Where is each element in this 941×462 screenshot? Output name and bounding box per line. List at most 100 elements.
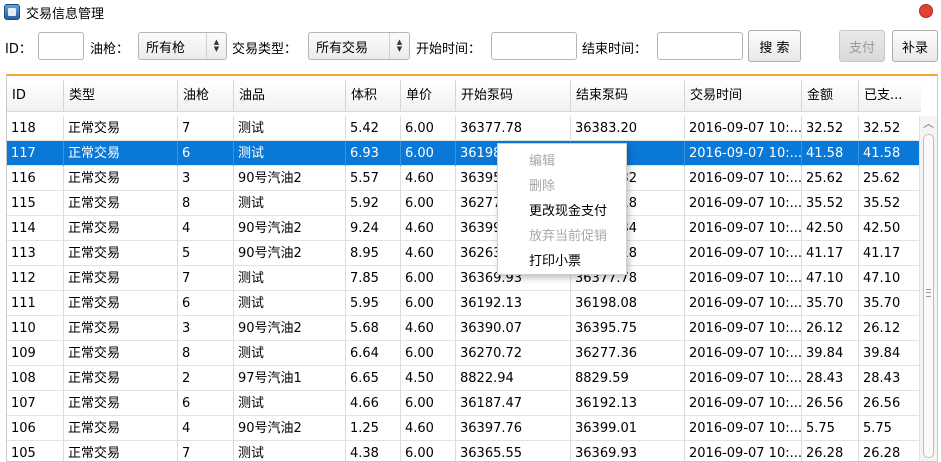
- cell-end-pump: 36369.93: [570, 441, 684, 461]
- type-select[interactable]: 所有交易 ▲ ▼: [308, 32, 410, 60]
- end-time-input[interactable]: [657, 32, 743, 60]
- table-row[interactable]: 108 正常交易 2 97号汽油1 6.65 4.50 8822.94 8829.59 2016…: [7, 366, 919, 391]
- close-icon[interactable]: [919, 4, 933, 18]
- cell-volume: 7.85: [345, 266, 400, 291]
- cell-trade-time: 2016-09-07 10:...: [684, 116, 801, 141]
- vertical-scrollbar[interactable]: ︿: [919, 116, 937, 461]
- cell-id: 114: [11, 221, 36, 236]
- cell-unit-price: 6.00: [400, 441, 455, 461]
- start-time-label: 开始时间：: [416, 42, 482, 57]
- cell-gun: 3: [177, 166, 233, 191]
- table-row[interactable]: 114正常交易490号汽油29.244.603639936408.342016-…: [7, 216, 919, 241]
- cell-volume: 5.68: [345, 316, 400, 341]
- cell-unit-price: 4.60: [400, 316, 455, 341]
- cell-volume: 8.95: [345, 241, 400, 266]
- header-col-unit-price[interactable]: 单价: [400, 80, 455, 112]
- cell-product: 测试: [233, 266, 345, 291]
- table-row[interactable]: 105 正常交易 7 测试 4.38 6.00 36365.55 36369.93 2016-0…: [7, 441, 919, 461]
- cell-paid: 35.70: [858, 291, 919, 316]
- table-row[interactable]: 116正常交易390号汽油25.574.603639536401.322016-…: [7, 166, 919, 191]
- table-row[interactable]: 113正常交易590号汽油28.954.603626336272.182016-…: [7, 241, 919, 266]
- table-row[interactable]: 118 正常交易 7 测试 5.42 6.00 36377.78 36383.20 2016-0…: [7, 116, 919, 141]
- supplement-button[interactable]: 补录: [892, 30, 938, 62]
- header-col-id[interactable]: ID: [7, 80, 63, 112]
- header-col-trade-time[interactable]: 交易时间: [684, 80, 801, 112]
- scroll-up-icon[interactable]: ︿: [920, 116, 937, 132]
- scrollbar-thumb[interactable]: [923, 134, 934, 458]
- cell-id: 105: [11, 446, 36, 461]
- cell-type: 正常交易: [63, 166, 177, 191]
- menu-item-print-receipt[interactable]: 打印小票: [498, 249, 626, 274]
- app-icon: [4, 4, 20, 20]
- header-col-product[interactable]: 油品: [233, 80, 345, 112]
- cell-id: 106: [11, 421, 36, 436]
- header-col-end-pump[interactable]: 结束泵码: [570, 80, 684, 112]
- cell-unit-price: 6.00: [400, 391, 455, 416]
- table-row[interactable]: 117正常交易6测试6.936.0036198362012016-09-07 1…: [7, 141, 919, 166]
- cell-paid: 26.28: [858, 441, 919, 461]
- cell-unit-price: 4.60: [400, 241, 455, 266]
- cell-type: 正常交易: [63, 191, 177, 216]
- cell-trade-time: 2016-09-07 10:...: [684, 266, 801, 291]
- start-time-input[interactable]: [491, 32, 577, 60]
- cell-start-pump: 36187.47: [455, 391, 570, 416]
- cell-trade-time: 2016-09-07 10:...: [684, 391, 801, 416]
- table-row[interactable]: 107 正常交易 6 测试 4.66 6.00 36187.47 36192.13 2016-0…: [7, 391, 919, 416]
- pay-button[interactable]: 支付: [839, 30, 885, 62]
- cell-gun: 6: [177, 391, 233, 416]
- id-input[interactable]: [38, 32, 84, 60]
- cell-unit-price: 6.00: [400, 341, 455, 366]
- cell-product: 90号汽油2: [233, 416, 345, 441]
- spinner-arrows-icon: ▲ ▼: [206, 33, 226, 59]
- window-title: 交易信息管理: [26, 6, 105, 22]
- menu-item-delete[interactable]: 删除: [498, 174, 626, 199]
- cell-paid: 41.17: [858, 241, 919, 266]
- cell-amount: 26.28: [801, 441, 858, 461]
- cell-product: 测试: [233, 191, 345, 216]
- id-label: ID：: [5, 42, 32, 57]
- menu-item-change-cash-payment[interactable]: 更改现金支付: [498, 199, 626, 224]
- cell-gun: 3: [177, 316, 233, 341]
- header-col-volume[interactable]: 体积: [345, 80, 400, 112]
- cell-start-pump: 36390.07: [455, 316, 570, 341]
- search-button[interactable]: 搜 索: [748, 30, 801, 62]
- cell-paid: 26.12: [858, 316, 919, 341]
- menu-item-edit[interactable]: 编辑: [498, 149, 626, 174]
- cell-gun: 5: [177, 241, 233, 266]
- cell-amount: 42.50: [801, 216, 858, 241]
- cell-trade-time: 2016-09-07 10:...: [684, 166, 801, 191]
- menu-item-abandon-promotion[interactable]: 放弃当前促销: [498, 224, 626, 249]
- cell-trade-time: 2016-09-07 10:...: [684, 341, 801, 366]
- type-label: 交易类型：: [232, 42, 298, 57]
- gun-select[interactable]: 所有枪 ▲ ▼: [138, 32, 227, 60]
- cell-paid: 25.62: [858, 166, 919, 191]
- header-col-gun[interactable]: 油枪: [177, 80, 233, 112]
- cell-amount: 26.56: [801, 391, 858, 416]
- filter-toolbar: ID： 油枪： 所有枪 ▲ ▼ 交易类型： 所有交易 ▲ ▼ 开始时间： 结束时间：…: [0, 26, 941, 66]
- header-col-amount[interactable]: 金额: [801, 80, 858, 112]
- cell-paid: 5.75: [858, 416, 919, 441]
- cell-product: 90号汽油2: [233, 216, 345, 241]
- cell-product: 测试: [233, 341, 345, 366]
- cell-id: 110: [11, 321, 36, 336]
- cell-trade-time: 2016-09-07 10:...: [684, 291, 801, 316]
- cell-gun: 8: [177, 191, 233, 216]
- table-row[interactable]: 111 正常交易 6 测试 5.95 6.00 36192.13 36198.08 2016-0…: [7, 291, 919, 316]
- cell-trade-time: 2016-09-07 10:...: [684, 316, 801, 341]
- table-row[interactable]: 115正常交易8测试5.926.003627736283.182016-09-0…: [7, 191, 919, 216]
- table-row[interactable]: 109 正常交易 8 测试 6.64 6.00 36270.72 36277.36 2016-0…: [7, 341, 919, 366]
- table-row[interactable]: 112 正常交易 7 测试 7.85 6.00 36369.93 36377.78 2016-0…: [7, 266, 919, 291]
- cell-start-pump: 36397.76: [455, 416, 570, 441]
- cell-trade-time: 2016-09-07 10:...: [684, 416, 801, 441]
- header-col-start-pump[interactable]: 开始泵码: [455, 80, 570, 112]
- cell-id: 115: [11, 196, 36, 211]
- header-col-type[interactable]: 类型: [63, 80, 177, 112]
- cell-id: 116: [11, 171, 36, 186]
- table-row[interactable]: 106 正常交易 4 90号汽油2 1.25 4.60 36397.76 36399.01 20…: [7, 416, 919, 441]
- table-row[interactable]: 110 正常交易 3 90号汽油2 5.68 4.60 36390.07 36395.75 20…: [7, 316, 919, 341]
- header-col-paid[interactable]: 已支...: [858, 80, 919, 112]
- cell-type: 正常交易: [63, 391, 177, 416]
- cell-type: 正常交易: [63, 216, 177, 241]
- cell-unit-price: 6.00: [400, 266, 455, 291]
- cell-unit-price: 4.60: [400, 166, 455, 191]
